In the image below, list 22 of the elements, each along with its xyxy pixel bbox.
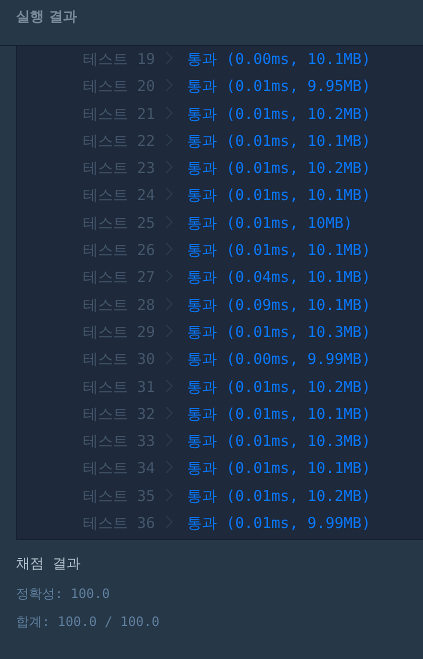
test-result: 통과 (0.01ms, 10.1MB) bbox=[187, 241, 371, 260]
accuracy-text: 정확성: 100.0 bbox=[16, 586, 111, 604]
grading-title: 채점 결과 bbox=[16, 555, 82, 574]
test-result: 통과 (0.01ms, 10.1MB) bbox=[187, 132, 371, 150]
test-result: 통과 (0.01ms, 9.99MB) bbox=[187, 514, 371, 532]
test-result: 통과 (0.04ms, 10.1MB) bbox=[187, 268, 371, 286]
test-result: 통과 (0.01ms, 10.1MB) bbox=[187, 404, 371, 423]
total-score-text: 합계: 100.0 / 100.0 bbox=[16, 614, 160, 632]
panel-title: 실행 결과 bbox=[16, 9, 77, 25]
test-result: 통과 (0.01ms, 10.2MB) bbox=[187, 159, 371, 178]
test-result: 통과 (0.01ms, 10.3MB) bbox=[187, 432, 371, 450]
test-result: 통과 (0.01ms, 10.3MB) bbox=[187, 322, 371, 341]
test-result: 통과 (0.00ms, 9.99MB) bbox=[187, 350, 371, 368]
test-result: 통과 (0.01ms, 10MB) bbox=[187, 214, 353, 232]
test-result: 통과 (0.01ms, 10.2MB) bbox=[187, 378, 371, 396]
test-result: 통과 (0.01ms, 10.2MB) bbox=[187, 104, 371, 123]
test-result: 통과 (0.01ms, 9.95MB) bbox=[187, 77, 371, 96]
test-result: 통과 (0.01ms, 10.1MB) bbox=[187, 186, 371, 204]
test-result: 통과 (0.01ms, 10.2MB) bbox=[187, 486, 371, 505]
test-result: 통과 (0.01ms, 10.1MB) bbox=[187, 459, 371, 478]
test-result: 통과 (0.09ms, 10.1MB) bbox=[187, 296, 371, 314]
test-result: 통과 (0.00ms, 10.1MB) bbox=[187, 50, 371, 68]
